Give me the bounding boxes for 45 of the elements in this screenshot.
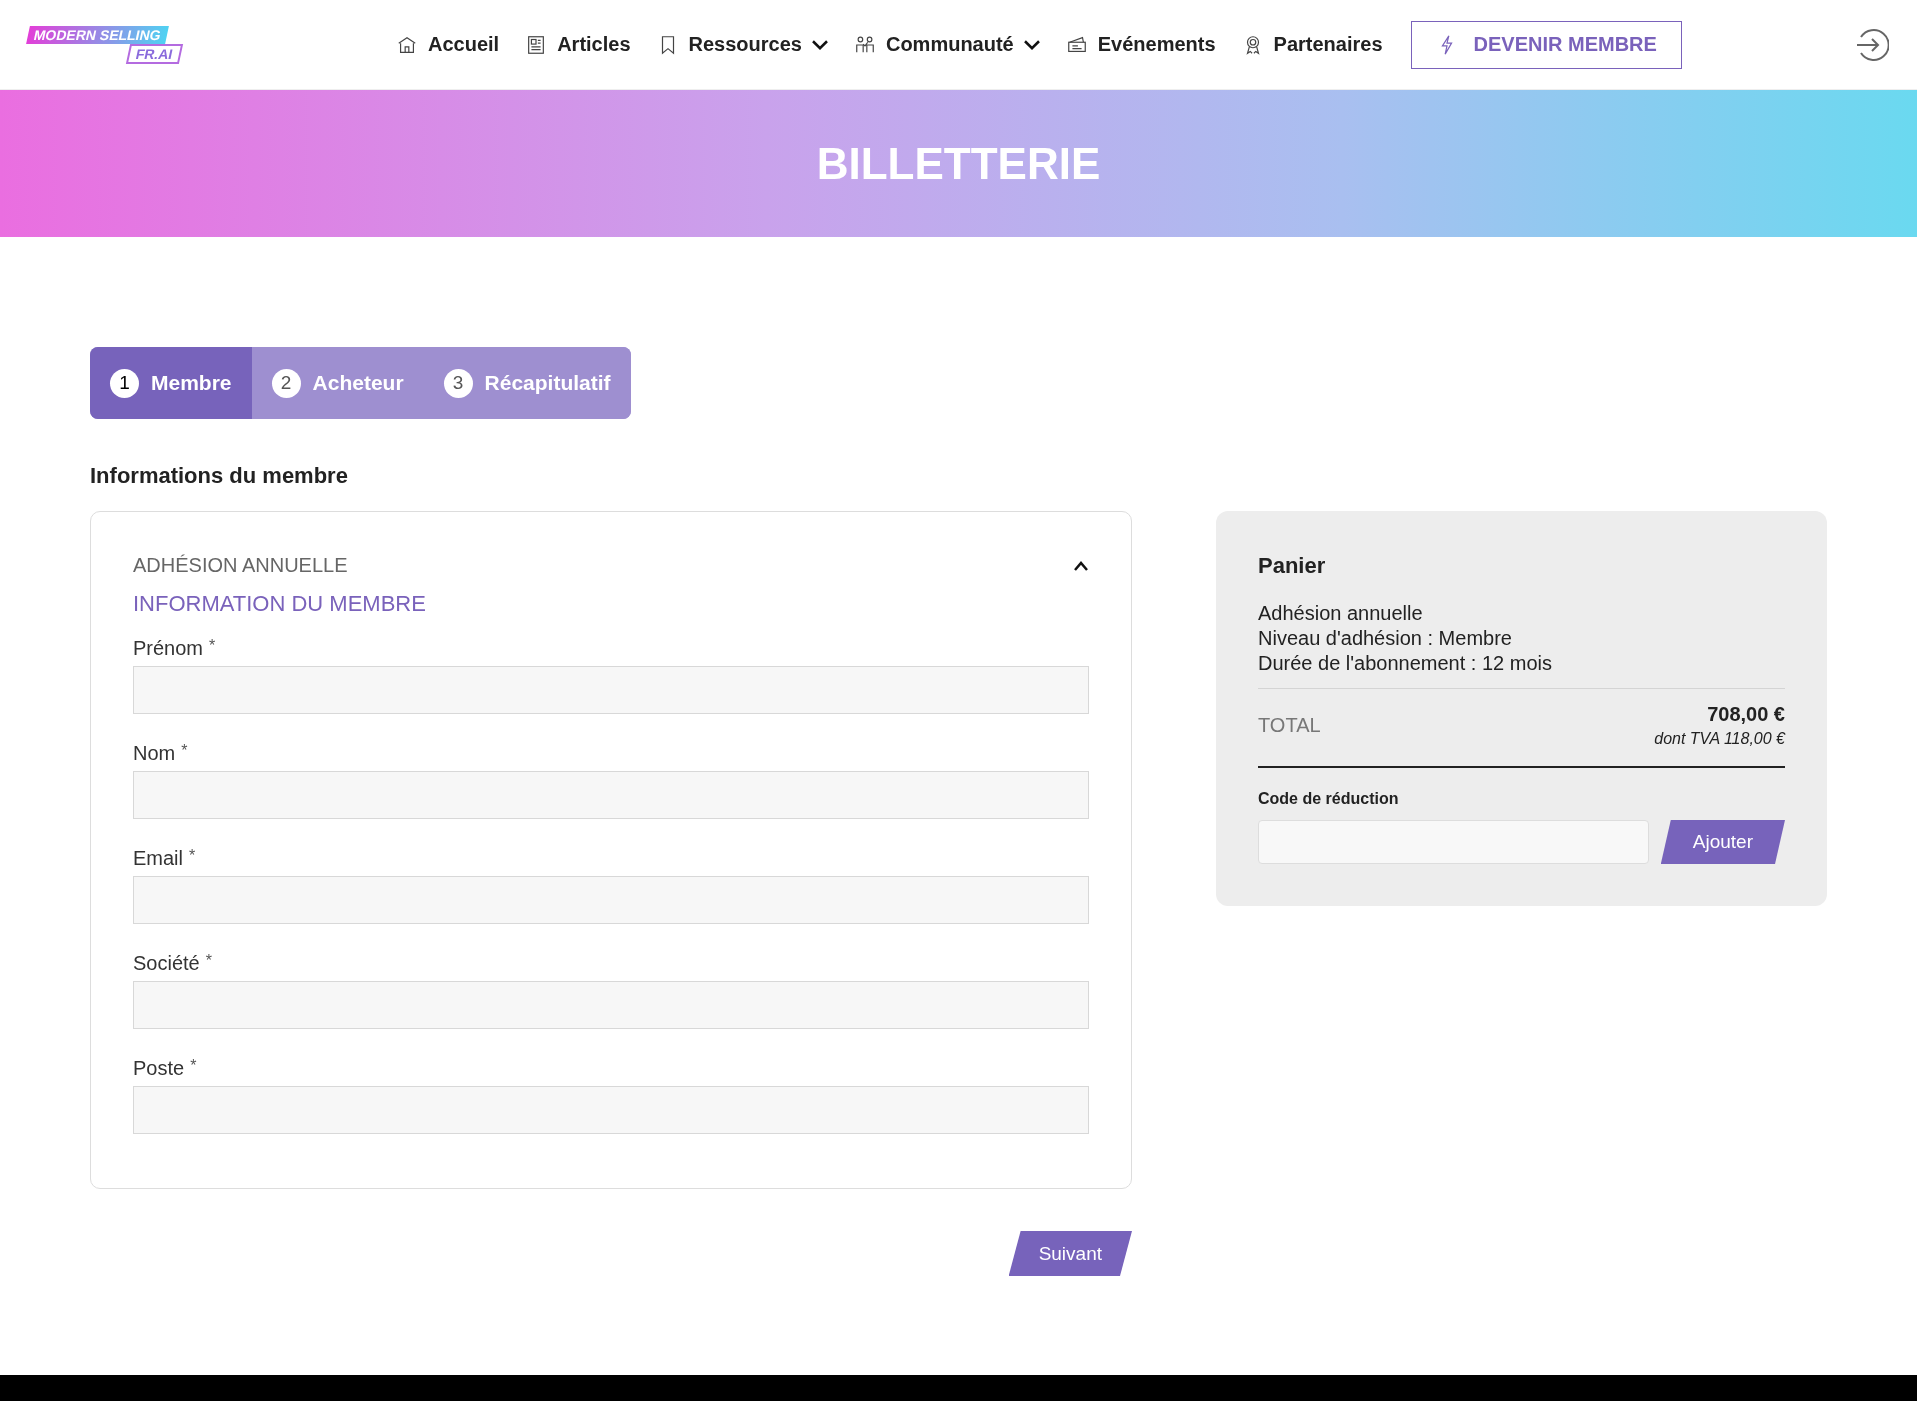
section-title: Informations du membre [90,463,349,489]
total-amount: 708,00 € [1707,703,1785,726]
add-button[interactable]: Ajouter [1660,820,1785,864]
field-label: Prénom [133,637,204,660]
vat-amount: dont TVA 118,00 € [1654,730,1785,748]
become-member-button[interactable]: DEVENIR MEMBRE [1410,20,1682,69]
nav-link[interactable]: Accueil [396,33,500,56]
text-field[interactable] [133,981,1089,1029]
logo[interactable]: MODERN SELLING FR.AI [28,25,192,64]
required-mark: * [209,637,216,656]
form-heading: INFORMATION DU MEMBRE [133,591,427,617]
field-label: Nom [133,742,176,765]
discount-label: Code de réduction [1258,790,1400,808]
required-mark: * [190,1057,197,1076]
step-number: 1 [110,368,139,398]
step-number: 3 [443,368,473,398]
required-mark: * [205,952,212,971]
step-number: 2 [271,368,301,398]
cart-line: Durée de l'abonnement : 12 mois [1258,651,1553,676]
nav-link[interactable]: Partenaires [1241,33,1383,56]
text-field[interactable] [133,771,1089,819]
logo-text: MODERN SELLING [26,25,169,44]
text-field[interactable] [133,876,1089,924]
cart-title: Panier [1258,553,1327,579]
total-label: TOTAL [1258,714,1321,737]
logo-text: FR.AI [125,43,183,64]
nav-link[interactable]: Ressources [656,33,828,56]
cart-line: Adhésion annuelle [1258,601,1424,626]
chevron-up-icon[interactable] [1073,559,1089,572]
cart-line: Niveau d'adhésion : Membre [1258,626,1513,651]
field-label: Société [133,952,200,975]
required-mark: * [181,742,188,761]
nav-link[interactable]: Communauté [853,33,1040,56]
step-tab[interactable]: 1 Membre [90,347,252,419]
nav-link[interactable]: Evénements [1065,33,1216,56]
product-title: ADHÉSION ANNUELLE [133,554,348,577]
page-title: BILLETTERIE [816,138,1101,189]
field-label: Email [133,847,183,870]
text-field[interactable] [133,1086,1089,1134]
nav-link[interactable]: Articles [525,33,631,56]
text-field[interactable] [133,666,1089,714]
field-label: Poste [133,1057,185,1080]
discount-field[interactable] [1258,820,1649,864]
required-mark: * [189,847,196,866]
next-button[interactable]: Suivant [1008,1231,1132,1276]
